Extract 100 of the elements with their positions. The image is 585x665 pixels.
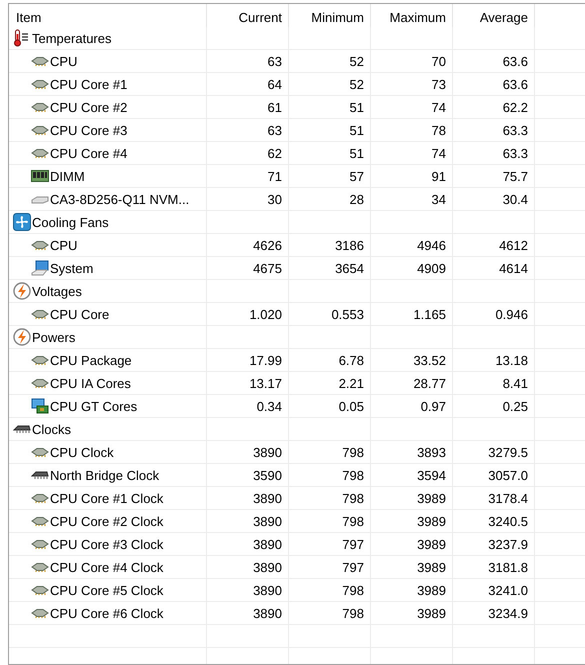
- sensor-label[interactable]: CPU IA Cores: [50, 376, 131, 390]
- chip-icon: [31, 493, 49, 503]
- sensor-label[interactable]: CPU Clock: [50, 444, 114, 460]
- sensor-label[interactable]: CPU Core #5 Clock: [50, 582, 164, 598]
- value-cell: 63.3: [502, 122, 528, 138]
- column-header[interactable]: Average: [453, 4, 535, 30]
- value-cell: 3181.8: [488, 560, 528, 574]
- value-cell: 3240.5: [488, 514, 528, 528]
- sensor-label[interactable]: System: [50, 260, 94, 276]
- sensor-label[interactable]: CPU Core #1 Clock: [50, 490, 164, 506]
- sensor-label[interactable]: CPU: [50, 238, 78, 252]
- value-cell: 3890: [253, 582, 282, 598]
- lightning-bolt-icon: [13, 328, 31, 346]
- chip-icon: [31, 56, 49, 66]
- chip-icon: [13, 424, 31, 434]
- sensor-label[interactable]: CPU Core #4 Clock: [50, 560, 164, 574]
- sensor-label[interactable]: CPU Core #1: [50, 76, 128, 92]
- value-cell: 13.18: [495, 352, 528, 368]
- value-cell: 34: [432, 192, 446, 206]
- group-label[interactable]: Voltages: [32, 284, 82, 298]
- value-cell: 3594: [417, 468, 446, 482]
- chip-icon: [31, 562, 49, 572]
- group-label[interactable]: Temperatures: [32, 30, 112, 46]
- sensor-label[interactable]: North Bridge Clock: [50, 468, 160, 482]
- value-cell: 8.41: [502, 376, 528, 390]
- sensor-label[interactable]: DIMM: [50, 168, 85, 184]
- value-cell: 3890: [253, 444, 282, 460]
- sensor-label[interactable]: CPU Core #6 Clock: [50, 606, 164, 620]
- value-cell: 30.4: [502, 192, 528, 206]
- value-cell: 75.7: [502, 168, 528, 184]
- value-cell: 797: [342, 536, 364, 552]
- chip-icon: [31, 539, 49, 549]
- value-cell: 61: [268, 100, 282, 114]
- value-cell: 3279.5: [488, 444, 528, 460]
- value-cell: 6.78: [338, 352, 364, 368]
- chip-icon: [31, 516, 49, 526]
- thermometer-icon: [13, 29, 31, 47]
- value-cell: 3890: [253, 514, 282, 528]
- value-cell: 51: [350, 100, 364, 114]
- value-cell: 3989: [417, 490, 446, 506]
- sensor-label[interactable]: CPU Core #4: [50, 146, 128, 160]
- sensor-label[interactable]: CPU Core #3: [50, 122, 128, 138]
- value-cell: 3890: [253, 606, 282, 620]
- value-cell: 62.2: [502, 100, 528, 114]
- value-cell: 63.3: [502, 146, 528, 160]
- value-cell: 3654: [335, 260, 364, 276]
- sensor-label[interactable]: CPU GT Cores: [50, 398, 138, 414]
- value-cell: 62: [268, 146, 282, 160]
- value-cell: 74: [432, 100, 446, 114]
- value-cell: 73: [432, 76, 446, 92]
- group-label[interactable]: Powers: [32, 330, 76, 344]
- value-cell: 3241.0: [488, 582, 528, 598]
- group-label[interactable]: Cooling Fans: [32, 214, 109, 230]
- value-cell: 797: [342, 560, 364, 574]
- group-label[interactable]: Clocks: [32, 422, 72, 436]
- chip-icon: [31, 378, 49, 388]
- column-header[interactable]: Current: [207, 4, 289, 30]
- value-cell: 3178.4: [488, 490, 528, 506]
- value-cell: 52: [350, 54, 364, 68]
- graphics-card-icon: [31, 398, 49, 414]
- chip-icon: [31, 148, 49, 158]
- computer-icon: [31, 260, 49, 276]
- sensor-label[interactable]: CPU: [50, 54, 78, 68]
- value-cell: 3989: [417, 560, 446, 574]
- value-cell: 63.6: [502, 54, 528, 68]
- column-header[interactable]: Maximum: [371, 4, 453, 30]
- chip-icon: [31, 470, 49, 480]
- value-cell: 63: [268, 54, 282, 68]
- value-cell: 798: [342, 606, 364, 620]
- value-cell: 13.17: [249, 376, 282, 390]
- chip-icon: [31, 79, 49, 89]
- value-cell: 3890: [253, 490, 282, 506]
- value-cell: 28.77: [413, 376, 446, 390]
- value-cell: 33.52: [413, 352, 446, 368]
- chip-icon: [31, 102, 49, 112]
- value-cell: 91: [432, 168, 446, 184]
- sensor-label[interactable]: CPU Package: [50, 352, 132, 368]
- value-cell: 4946: [417, 238, 446, 252]
- memory-module-icon: [31, 170, 49, 182]
- sensor-label[interactable]: CPU Core #2 Clock: [50, 514, 164, 528]
- value-cell: 1.020: [249, 306, 282, 322]
- value-cell: 0.946: [495, 306, 528, 322]
- value-cell: 57: [350, 168, 364, 184]
- value-cell: 798: [342, 444, 364, 460]
- sensor-label[interactable]: CA3-8D256-Q11 NVM...: [50, 192, 190, 206]
- chip-icon: [31, 585, 49, 595]
- value-cell: 63.6: [502, 76, 528, 92]
- column-header[interactable]: Minimum: [289, 4, 371, 30]
- fan-icon: [13, 213, 31, 231]
- sensor-label[interactable]: CPU Core: [50, 306, 110, 322]
- sensor-label[interactable]: CPU Core #2: [50, 100, 128, 114]
- value-cell: 1.165: [413, 306, 446, 322]
- sensor-label[interactable]: CPU Core #3 Clock: [50, 536, 164, 552]
- chip-icon: [31, 355, 49, 365]
- value-cell: 3890: [253, 536, 282, 552]
- value-cell: 0.25: [502, 398, 528, 414]
- value-cell: 798: [342, 582, 364, 598]
- chip-icon: [31, 608, 49, 618]
- value-cell: 798: [342, 514, 364, 528]
- value-cell: 3989: [417, 514, 446, 528]
